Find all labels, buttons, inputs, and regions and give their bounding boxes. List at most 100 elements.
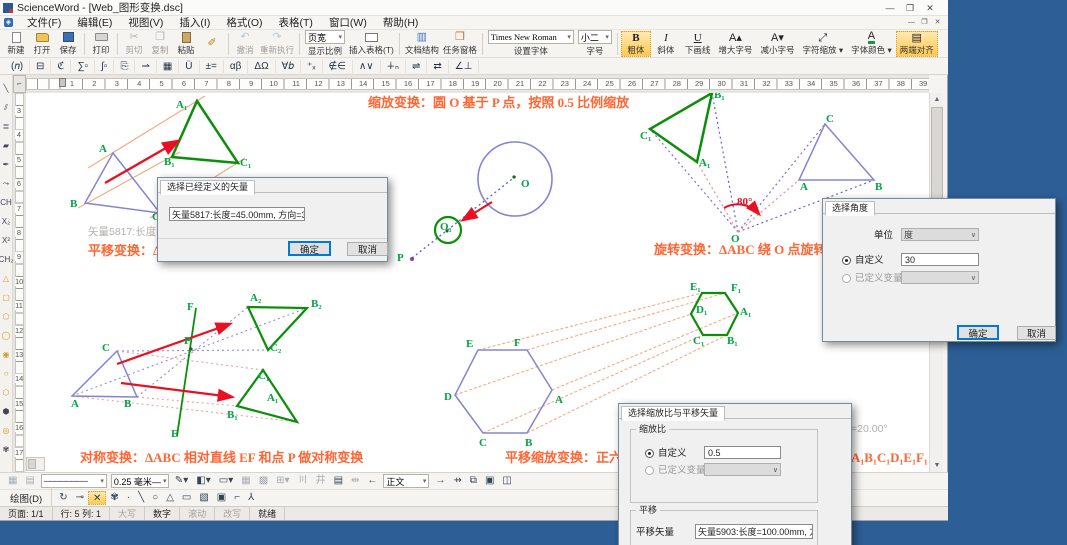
maximize-button[interactable]: ❐ bbox=[900, 2, 920, 14]
triple-line-tool-icon[interactable]: ≣ bbox=[3, 117, 10, 136]
font-size-select[interactable]: 小二▾ bbox=[578, 30, 612, 44]
and-or-button[interactable]: ∧∨ bbox=[353, 60, 381, 73]
task-pane-button[interactable]: ❒ 任务窗格 bbox=[441, 31, 479, 57]
greek-lower-button[interactable]: αβ bbox=[224, 60, 249, 73]
line-style-select[interactable]: ────────▾ bbox=[41, 474, 107, 488]
operator-symbols-button[interactable]: ⁺ₓ bbox=[301, 60, 323, 73]
menu-item[interactable]: 窗口(W) bbox=[321, 15, 375, 30]
axis-draw-icon[interactable]: ⌐ bbox=[230, 491, 244, 505]
frame-insert-button[interactable]: ⊞▾ bbox=[272, 474, 293, 488]
print-button[interactable]: 打印 bbox=[88, 31, 114, 57]
zoom-select[interactable]: 页宽▾ bbox=[305, 30, 345, 44]
custom-angle-input[interactable]: 30 bbox=[901, 253, 979, 266]
text-style-select[interactable]: 正文▾ bbox=[383, 474, 429, 488]
menu-item[interactable]: 文件(F) bbox=[19, 15, 69, 30]
bold-button[interactable]: B粗体 bbox=[621, 31, 651, 57]
circle-shape-tool-icon[interactable]: ◯ bbox=[2, 326, 11, 345]
geometry-symbols-button[interactable]: ∠⊥ bbox=[449, 60, 480, 73]
menu-item[interactable]: 插入(I) bbox=[171, 15, 218, 30]
vector-arrow-button[interactable]: ⇀ bbox=[135, 60, 156, 73]
fraction-template-button[interactable]: ⊟ bbox=[30, 60, 51, 73]
copy-button[interactable]: ❐复制 bbox=[147, 31, 173, 57]
grid-view-icon[interactable]: ⧉ bbox=[466, 474, 481, 488]
mdi-close-button[interactable]: ✕ bbox=[931, 17, 944, 28]
page-view-icon[interactable]: ▣ bbox=[481, 474, 498, 488]
menu-item[interactable]: 编辑(E) bbox=[69, 15, 120, 30]
minimize-button[interactable]: — bbox=[880, 2, 900, 14]
set-symbols-button[interactable]: ∉∈ bbox=[323, 60, 353, 73]
italic-button[interactable]: I斜体 bbox=[651, 31, 681, 57]
mdi-minimize-button[interactable]: — bbox=[905, 17, 918, 28]
line-draw-icon[interactable]: ╲ bbox=[134, 491, 148, 505]
horizontal-ruler[interactable]: 1234567891011121314151617181920212223242… bbox=[26, 75, 929, 93]
redo-button[interactable]: ↷重新执行 bbox=[258, 31, 296, 57]
integral-template-button[interactable]: ∫▫ bbox=[95, 60, 114, 73]
next-style-icon[interactable]: ⇸ bbox=[449, 474, 465, 488]
delete-tool-icon[interactable]: ✕ bbox=[88, 491, 106, 505]
align-grid2-icon[interactable]: ▩ bbox=[255, 474, 272, 488]
chart-frame2-icon[interactable]: ▤ bbox=[21, 474, 38, 488]
vector-cancel-button[interactable]: 取消 bbox=[347, 242, 388, 256]
unit-select[interactable]: 度∨ bbox=[901, 228, 979, 241]
bond-tool-icon[interactable]: ✾ bbox=[106, 491, 122, 505]
exchange-arrow-button[interactable]: ⇄ bbox=[427, 60, 448, 73]
hexagon-shape-tool-icon[interactable]: ⬡ bbox=[3, 383, 10, 402]
logic-symbols-button[interactable]: ∀𝑏 bbox=[276, 60, 301, 73]
small-circle-tool-icon[interactable]: ○ bbox=[4, 364, 9, 383]
pentagon-shape-tool-icon[interactable]: ⬠ bbox=[3, 307, 10, 326]
dashed-arrow-tool-icon[interactable]: ⤳ bbox=[3, 174, 9, 193]
triangle-draw-icon[interactable]: △ bbox=[162, 491, 178, 505]
sum-template-button[interactable]: ∑▫ bbox=[71, 60, 95, 73]
ellipse-draw-icon[interactable]: ○ bbox=[148, 491, 162, 505]
font-name-select[interactable]: Times New Roman▾ bbox=[488, 30, 574, 44]
menu-item[interactable]: 表格(T) bbox=[271, 15, 321, 30]
line-width-select[interactable]: 0.25 毫米—▾ bbox=[111, 474, 169, 488]
axis2-draw-icon[interactable]: ⅄ bbox=[244, 491, 258, 505]
forward-icon[interactable]: → bbox=[431, 474, 449, 488]
scale-dialog-tab[interactable]: 选择缩放比与平移矢量 bbox=[621, 406, 725, 421]
cut-button[interactable]: ✂剪切 bbox=[121, 31, 147, 57]
triangle-shape-tool-icon[interactable]: △ bbox=[3, 269, 9, 288]
pin-tool-icon[interactable]: ⊸ bbox=[72, 491, 88, 505]
shrink-font-button[interactable]: A▾减小字号 bbox=[756, 31, 798, 57]
angle-cancel-button[interactable]: 取消 bbox=[1017, 326, 1056, 340]
undo-button[interactable]: ↶撤消 bbox=[232, 31, 258, 57]
grow-font-button[interactable]: A▴增大字号 bbox=[714, 31, 756, 57]
superscript-tool-icon[interactable]: X² bbox=[2, 231, 10, 250]
greek-upper-button[interactable]: ΔΩ bbox=[248, 60, 275, 73]
align-grid-icon[interactable]: ▦ bbox=[237, 474, 254, 488]
vertical-ruler[interactable]: 3456789101112131415161718 bbox=[13, 93, 26, 472]
vector-ok-button[interactable]: 确定 bbox=[288, 241, 331, 256]
layout-icon[interactable]: ▤ bbox=[330, 474, 347, 488]
subscript-tool-icon[interactable]: X₂ bbox=[2, 212, 10, 231]
circle-r-tool-icon[interactable]: ◉ bbox=[3, 345, 10, 364]
vector-select[interactable]: 矢量5817:长度=45.00mm, 方向=30.0∨ bbox=[169, 207, 305, 221]
accent-template-button[interactable]: Ü bbox=[179, 60, 199, 73]
scale-var-select[interactable]: ∨ bbox=[704, 463, 781, 476]
defined-var-radio[interactable] bbox=[842, 274, 851, 283]
custom-angle-radio[interactable] bbox=[842, 256, 851, 265]
pen-tool-icon[interactable]: ✒ bbox=[3, 155, 10, 174]
draw-menu-button[interactable]: 绘图(D) bbox=[4, 491, 48, 505]
vector-dialog-tab[interactable]: 选择已经定义的矢量 bbox=[160, 180, 255, 195]
complex-set-button[interactable]: ℭ bbox=[51, 60, 71, 73]
back-icon[interactable]: ← bbox=[363, 474, 381, 488]
matrix-template-button[interactable]: ▦ bbox=[157, 60, 179, 73]
insert-table-button[interactable]: 插入表格(T) bbox=[347, 31, 396, 57]
square-shape-tool-icon[interactable]: ▢ bbox=[2, 288, 10, 307]
paren-template-button[interactable]: (𝑛) bbox=[5, 60, 30, 73]
tab-stop-box[interactable]: ⌐ bbox=[13, 75, 26, 93]
concentric-circle-tool-icon[interactable]: ◎ bbox=[3, 421, 10, 440]
pencil-color-button[interactable]: ✎▾ bbox=[171, 474, 192, 488]
angle-dialog-tab[interactable]: 选择角度 bbox=[825, 201, 875, 216]
image-insert-icon[interactable]: ▧ bbox=[195, 491, 212, 505]
equilibrium-arrow-button[interactable]: ⇌ bbox=[406, 60, 427, 73]
mdi-restore-button[interactable]: ❐ bbox=[918, 17, 931, 28]
justify-button[interactable]: ▤两端对齐 bbox=[896, 31, 938, 57]
heptagon-shape-tool-icon[interactable]: ⬢ bbox=[3, 402, 10, 421]
image2-insert-icon[interactable]: ▣ bbox=[213, 491, 230, 505]
doc-structure-button[interactable]: ▥ 文档结构 bbox=[403, 31, 441, 57]
export-box-button[interactable]: ⎘ bbox=[114, 60, 135, 73]
line-tool-icon[interactable]: ╲ bbox=[4, 79, 9, 98]
horizontal-scrollbar[interactable] bbox=[26, 457, 45, 471]
